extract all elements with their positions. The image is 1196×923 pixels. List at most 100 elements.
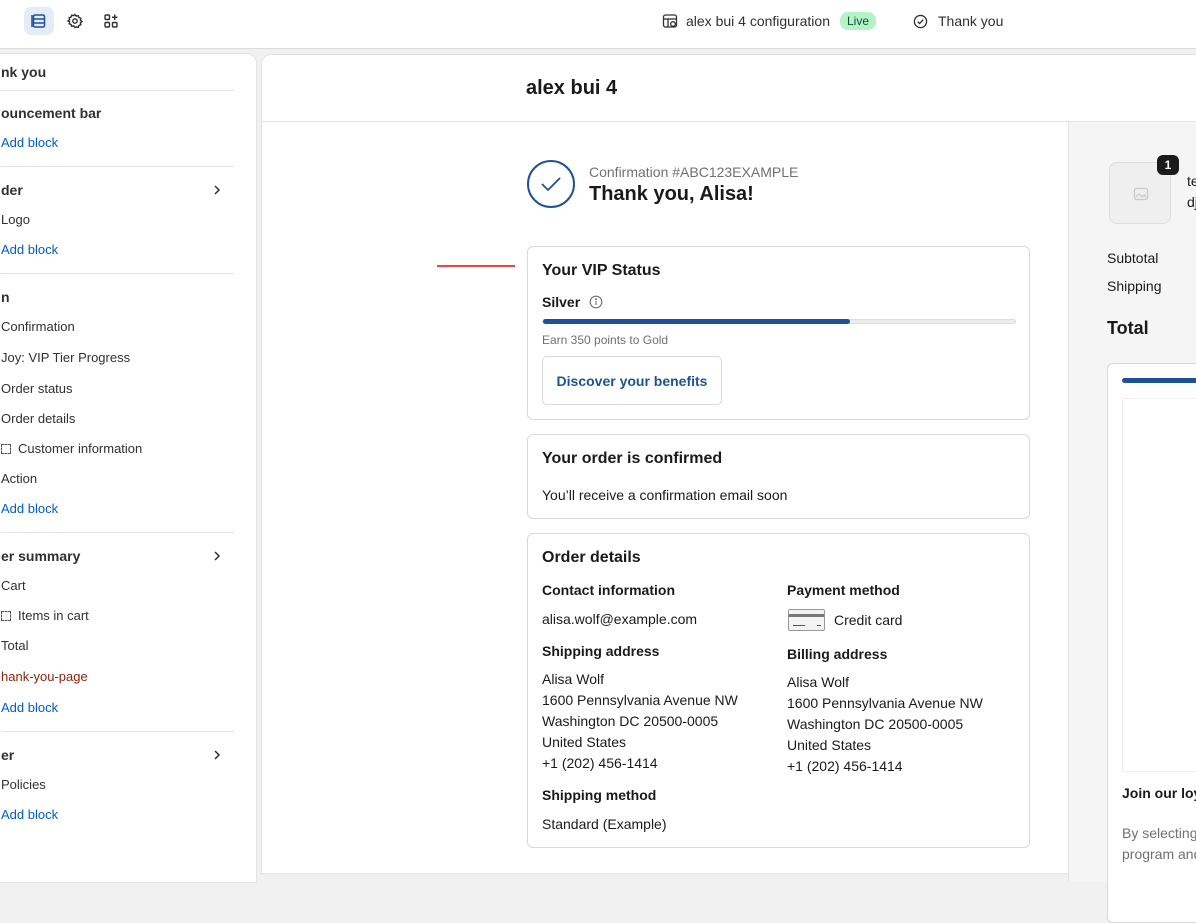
thank-you-heading: Thank you, Alisa!	[589, 183, 754, 205]
dashed-square-icon	[1, 444, 11, 454]
order-details-title: Order details	[542, 549, 641, 566]
section-header[interactable]: der	[1, 182, 23, 198]
sidebar-item-cart[interactable]: Cart	[1, 578, 26, 593]
chevron-right-icon[interactable]	[211, 550, 223, 562]
section-announcement-bar[interactable]: ouncement bar	[1, 105, 101, 121]
total-label: Total	[1107, 318, 1149, 338]
dashed-square-icon	[1, 611, 11, 621]
info-icon[interactable]	[589, 295, 603, 309]
sidebar-item-label: Items in cart	[18, 608, 89, 623]
shipping-address-label: Shipping address	[542, 643, 660, 659]
sidebar-item-vip-tier[interactable]: Joy: VIP Tier Progress	[1, 350, 130, 365]
order-details-card: Order details Contact information alisa.…	[527, 533, 1030, 848]
sidebar: nk you ouncement bar Add block der Logo …	[0, 53, 257, 883]
config-selector[interactable]: alex bui 4 configuration Live	[662, 11, 877, 31]
shipping-method-label: Shipping method	[542, 787, 657, 803]
loyalty-text: program and	[1122, 846, 1196, 862]
check-circle-icon	[913, 14, 928, 28]
add-block-link[interactable]: Add block	[1, 700, 58, 715]
payment-label: Payment method	[787, 582, 900, 598]
store-icon	[662, 14, 678, 28]
sidebar-item-customer-info[interactable]: Customer information	[1, 441, 142, 456]
billing-address-line: Washington DC 20500-0005	[787, 716, 964, 732]
sections-button[interactable]	[24, 7, 54, 35]
shipping-address-line: +1 (202) 456-1414	[542, 755, 658, 771]
sidebar-item-policies[interactable]: Policies	[1, 777, 46, 792]
order-confirmed-title: Your order is confirmed	[542, 450, 723, 467]
live-badge: Live	[840, 12, 877, 30]
loyalty-image	[1122, 398, 1196, 772]
sidebar-item-thank-you-page[interactable]: hank-you-page	[1, 669, 88, 684]
vip-title: Your VIP Status	[542, 262, 661, 279]
vip-progress-bar	[542, 319, 1016, 324]
billing-address-line: +1 (202) 456-1414	[787, 758, 903, 774]
apps-button[interactable]	[96, 7, 126, 35]
subtotal-label: Subtotal	[1107, 250, 1159, 266]
order-confirmed-text: You’ll receive a confirmation email soon	[542, 487, 788, 503]
shop-name: alex bui 4	[526, 77, 618, 99]
config-name: alex bui 4 configuration	[686, 13, 830, 29]
payment-value: Credit card	[834, 612, 903, 628]
image-placeholder-icon	[1133, 187, 1149, 201]
loyalty-title: Join our loy	[1122, 785, 1196, 801]
loyalty-accent-bar	[1122, 378, 1196, 383]
vip-status-card[interactable]: Your VIP Status Silver Earn 350 points t…	[527, 246, 1030, 420]
sidebar-title: nk you	[1, 64, 47, 80]
vip-tier: Silver	[542, 294, 581, 310]
page-selector[interactable]: Thank you	[913, 11, 1003, 31]
top-bar: alex bui 4 configuration Live Thank you	[0, 0, 1196, 49]
add-block-link[interactable]: Add block	[1, 242, 58, 257]
billing-address-label: Billing address	[787, 646, 888, 662]
credit-card-icon	[788, 609, 825, 631]
add-block-link[interactable]: Add block	[1, 501, 58, 516]
sidebar-item-confirmation[interactable]: Confirmation	[1, 319, 75, 334]
loyalty-card: Join our loy By selecting program and	[1107, 363, 1196, 923]
billing-address-line: 1600 Pennsylvania Avenue NW	[787, 695, 983, 711]
product-title: te	[1187, 173, 1196, 189]
section-footer[interactable]: er	[1, 747, 14, 763]
shipping-label: Shipping	[1107, 278, 1162, 294]
divider	[1, 731, 234, 732]
sidebar-item-label: Customer information	[18, 441, 143, 456]
shipping-address-line: Washington DC 20500-0005	[542, 713, 719, 729]
sidebar-item-order-status[interactable]: Order status	[1, 381, 73, 396]
chevron-right-icon[interactable]	[211, 749, 223, 761]
divider	[1, 273, 234, 274]
sidebar-item-action[interactable]: Action	[1, 471, 37, 486]
order-confirmed-card: Your order is confirmed You’ll receive a…	[527, 434, 1030, 519]
billing-address-line: Alisa Wolf	[787, 674, 849, 690]
vip-progress-fill	[543, 319, 850, 324]
loyalty-text: By selecting	[1122, 825, 1196, 841]
sidebar-item-logo[interactable]: Logo	[1, 212, 30, 227]
sidebar-item-items-in-cart[interactable]: Items in cart	[1, 608, 89, 623]
order-summary-column: 1 te dj Subtotal Shipping Total Join our…	[1068, 122, 1196, 923]
confirmation-check-icon	[527, 160, 575, 208]
discover-benefits-button[interactable]: Discover your benefits	[542, 356, 722, 405]
gear-icon	[67, 13, 83, 29]
confirmation-number: Confirmation #ABC123EXAMPLE	[589, 164, 799, 180]
contact-label: Contact information	[542, 582, 675, 598]
shop-header: alex bui 4	[262, 55, 1196, 122]
shipping-method-value: Standard (Example)	[542, 816, 667, 832]
sidebar-item-order-details[interactable]: Order details	[1, 411, 75, 426]
product-variant: dj	[1187, 194, 1196, 210]
sidebar-item-total[interactable]: Total	[1, 638, 28, 653]
sections-icon	[31, 14, 46, 28]
divider	[1, 532, 234, 533]
section-main[interactable]: n	[1, 289, 10, 305]
settings-button[interactable]	[60, 7, 90, 35]
section-order-summary[interactable]: er summary	[1, 548, 80, 564]
page-name: Thank you	[938, 13, 1004, 29]
preview-panel: alex bui 4 1 te dj Subtotal Shipping Tot…	[261, 54, 1196, 923]
apps-icon	[104, 14, 118, 28]
chevron-right-icon[interactable]	[211, 184, 223, 196]
billing-address-line: United States	[787, 737, 872, 753]
shipping-address-line: Alisa Wolf	[542, 671, 604, 687]
add-block-link[interactable]: Add block	[1, 135, 58, 150]
quantity-badge: 1	[1157, 155, 1179, 175]
add-block-link[interactable]: Add block	[1, 807, 58, 822]
contact-email: alisa.wolf@example.com	[542, 611, 698, 627]
shipping-address-line: United States	[542, 734, 627, 750]
divider	[1, 166, 234, 167]
divider	[1, 90, 234, 91]
